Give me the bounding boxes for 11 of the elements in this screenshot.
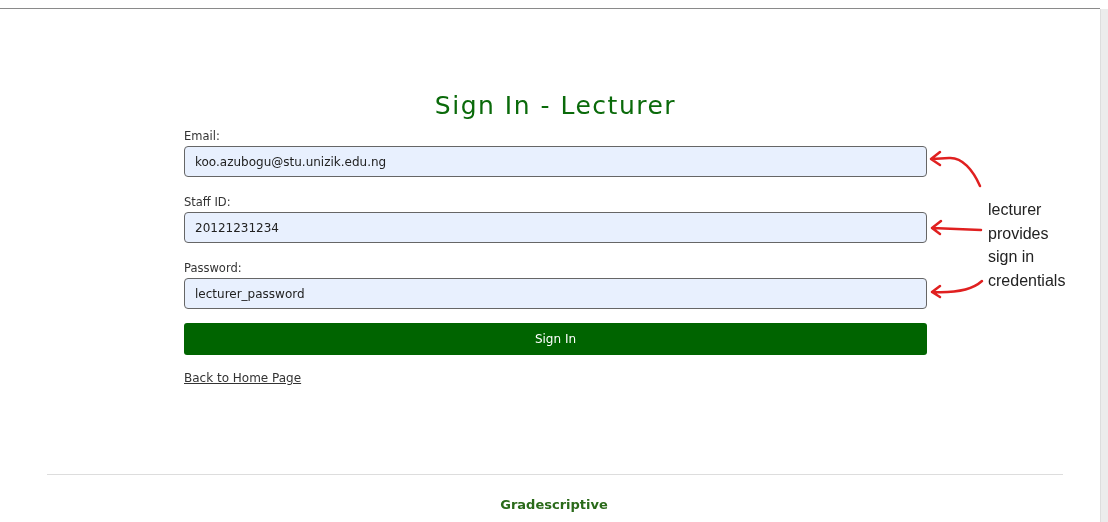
input-field[interactable]: 20121231234: [184, 212, 927, 243]
field-label: Password:: [184, 261, 242, 275]
page-title: Sign In - Lecturer: [434, 91, 677, 121]
field-label: Staff ID:: [184, 195, 231, 209]
input-field[interactable]: lecturer_password: [184, 278, 927, 309]
home-link[interactable]: Back to Home Page: [184, 371, 302, 385]
annotation-note: lecturer provides sign in credentials: [988, 200, 1067, 291]
field-label: Email:: [184, 129, 220, 143]
input-field[interactable]: koo.azubogu@stu.unizik.edu.ng: [184, 146, 927, 177]
footer-brand: Gradescriptive: [500, 497, 608, 512]
sign-in-button[interactable]: Sign In: [184, 323, 927, 355]
